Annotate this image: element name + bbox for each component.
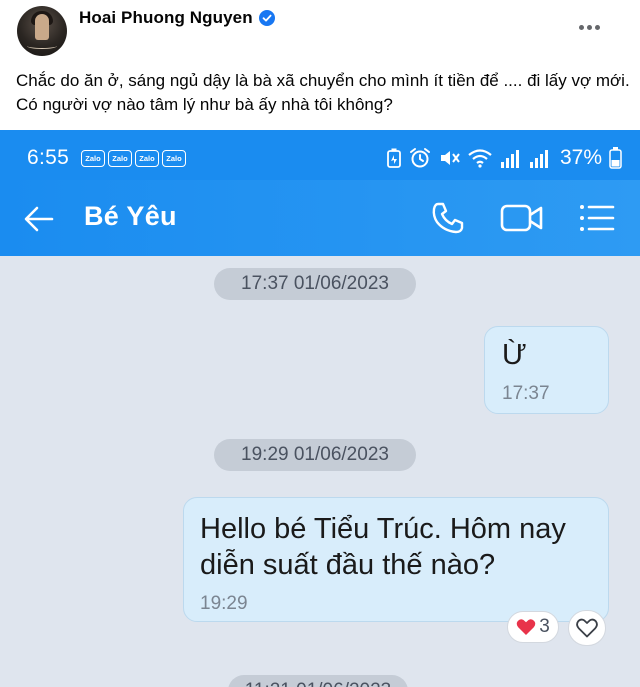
video-call-icon[interactable] — [500, 202, 544, 234]
heart-icon — [516, 619, 536, 635]
author-name[interactable]: Hoai Phuong Nguyen — [79, 8, 253, 28]
chat-title[interactable]: Bé Yêu — [84, 201, 177, 232]
menu-list-icon[interactable] — [578, 202, 616, 234]
alarm-icon — [410, 148, 430, 168]
verified-badge-icon — [258, 10, 275, 26]
battery-saver-icon — [387, 148, 401, 168]
react-button[interactable] — [568, 610, 606, 646]
facebook-post: Hoai Phuong Nguyen Chắc do ăn ở, sáng ng… — [0, 0, 640, 130]
message-bubble[interactable]: Ừ 17:37 — [484, 326, 609, 414]
battery-icon — [609, 147, 622, 169]
zalo-notification-icon: Zalo — [135, 150, 159, 167]
wifi-icon — [468, 149, 492, 168]
signal-icon — [501, 150, 519, 168]
zalo-notification-icon: Zalo — [81, 150, 105, 167]
avatar-signature — [27, 43, 57, 49]
avatar[interactable] — [17, 6, 67, 56]
zalo-notification-icon: Zalo — [108, 150, 132, 167]
message-time: 17:37 — [502, 383, 550, 404]
message-text: Hello bé Tiểu Trúc. Hôm nay diễn suất đầ… — [200, 513, 566, 581]
message-time: 19:29 — [200, 593, 248, 614]
date-separator: 17:37 01/06/2023 — [214, 268, 416, 300]
author-row: Hoai Phuong Nguyen — [79, 8, 275, 28]
reaction-summary[interactable]: 3 — [507, 611, 559, 643]
chat-header: Bé Yêu — [0, 180, 640, 256]
back-arrow-icon[interactable] — [22, 202, 56, 236]
post-caption: Chắc do ăn ở, sáng ngủ dậy là bà xã chuy… — [16, 71, 630, 114]
message-bubble[interactable]: Hello bé Tiểu Trúc. Hôm nay diễn suất đầ… — [183, 497, 609, 622]
date-separator: 19:29 01/06/2023 — [214, 439, 416, 471]
status-bar: 6:55 Zalo Zalo Zalo Zalo 37% — [0, 130, 640, 180]
message-text: Ừ — [502, 339, 527, 371]
reaction-count: 3 — [539, 616, 550, 637]
zalo-notification-icon: Zalo — [162, 150, 186, 167]
phone-call-icon[interactable] — [430, 200, 466, 236]
heart-outline-icon — [576, 618, 598, 638]
status-icons: 37% — [386, 146, 622, 170]
chat-screenshot: 6:55 Zalo Zalo Zalo Zalo 37% Bé Yêu 17:3… — [0, 130, 640, 687]
more-options-icon[interactable] — [574, 22, 604, 32]
battery-percent: 37% — [560, 146, 603, 169]
mute-icon — [441, 151, 460, 165]
signal-icon — [530, 150, 548, 168]
status-time: 6:55 — [27, 146, 70, 169]
avatar-figure — [35, 14, 49, 40]
date-separator: 11:21 01/06/2023 — [228, 675, 408, 687]
notification-badges: Zalo Zalo Zalo Zalo — [81, 150, 186, 167]
